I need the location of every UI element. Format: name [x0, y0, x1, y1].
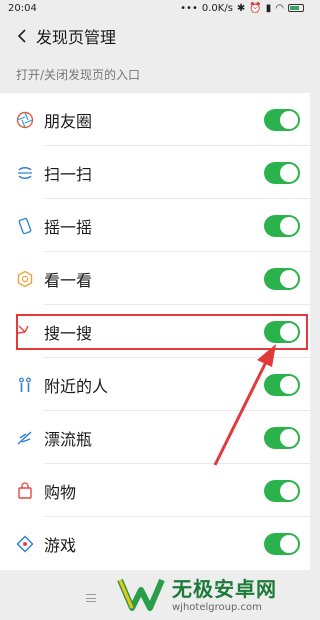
watermark-url: wjhotelgroup.com	[172, 602, 262, 613]
signal-icon: ▮	[265, 2, 272, 14]
moments-icon	[14, 109, 36, 131]
games-icon	[14, 533, 36, 555]
enable-toggle[interactable]	[264, 267, 300, 290]
top-stories-icon	[14, 268, 36, 290]
status-time: 20:04	[8, 2, 37, 14]
wifi-icon: ◠	[275, 2, 284, 14]
status-dots: •••	[180, 2, 198, 14]
page-title: 发现页管理	[36, 28, 117, 47]
enable-toggle[interactable]	[264, 426, 300, 449]
enable-toggle[interactable]	[264, 320, 300, 343]
discover-entries-list: 朋友圈 扫一扫 摇一摇 看一看 搜一搜 附近的人 漂流瓶 购物 游戏	[0, 93, 310, 570]
bluetooth-icon: ✱	[236, 2, 246, 14]
section-label: 打开/关闭发现页的入口	[16, 68, 141, 82]
list-item-label: 漂流瓶	[44, 429, 93, 449]
enable-toggle[interactable]	[264, 214, 300, 237]
list-item[interactable]: 朋友圈	[0, 93, 310, 146]
watermark-logo-icon	[117, 578, 165, 611]
watermark-title: 无极安卓网	[172, 577, 277, 601]
status-icons: ••• 0.0K/s ✱ ⏰ ▮ ◠	[180, 3, 304, 14]
drift-bottle-icon	[14, 427, 36, 449]
list-item-label: 看一看	[44, 270, 93, 290]
watermark: 无极安卓网 wjhotelgroup.com	[116, 572, 277, 614]
list-item[interactable]: 附近的人	[0, 358, 310, 411]
list-item-label: 朋友圈	[44, 111, 93, 131]
scan-icon	[14, 162, 36, 184]
back-icon[interactable]	[10, 24, 34, 48]
list-item[interactable]: 游戏	[0, 517, 310, 570]
search-icon	[14, 321, 36, 343]
enable-toggle[interactable]	[264, 479, 300, 502]
header: 发现页管理	[0, 16, 310, 56]
battery-icon	[288, 4, 304, 12]
menu-handle-icon	[86, 594, 96, 602]
list-item-label: 附近的人	[44, 376, 109, 396]
list-item-label: 游戏	[44, 535, 77, 555]
list-item[interactable]: 购物	[0, 464, 310, 517]
people-nearby-icon	[14, 374, 36, 396]
list-item[interactable]: 摇一摇	[0, 199, 310, 252]
net-speed: 0.0K/s	[201, 2, 233, 14]
list-item-label: 搜一搜	[44, 323, 93, 343]
list-item-label: 扫一扫	[44, 164, 93, 184]
list-item[interactable]: 漂流瓶	[0, 411, 310, 464]
shake-icon	[14, 215, 36, 237]
enable-toggle[interactable]	[264, 161, 300, 184]
list-item[interactable]: 搜一搜	[0, 305, 310, 358]
shopping-icon	[14, 480, 36, 502]
list-item[interactable]: 扫一扫	[0, 146, 310, 199]
alarm-icon: ⏰	[249, 2, 262, 14]
enable-toggle[interactable]	[264, 532, 300, 555]
list-item-label: 摇一摇	[44, 217, 93, 237]
list-item[interactable]: 看一看	[0, 252, 310, 305]
status-bar: 20:04 ••• 0.0K/s ✱ ⏰ ▮ ◠	[0, 0, 310, 16]
enable-toggle[interactable]	[264, 108, 300, 131]
enable-toggle[interactable]	[264, 373, 300, 396]
list-item-label: 购物	[44, 482, 77, 502]
